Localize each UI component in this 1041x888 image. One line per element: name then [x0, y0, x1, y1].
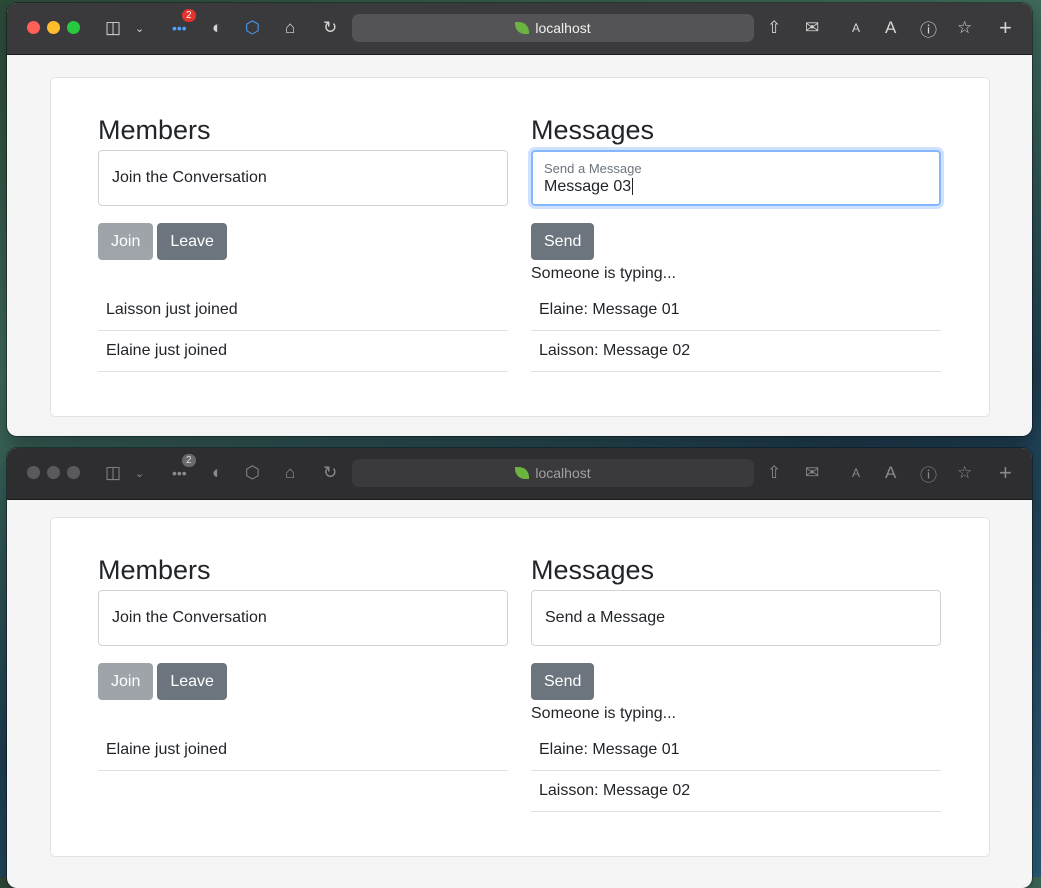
star-icon[interactable]: ☆: [957, 460, 972, 486]
list-item: Elaine just joined: [98, 730, 508, 771]
leave-button[interactable]: Leave: [157, 663, 227, 700]
browser-window-1: ◫ ⌄ ••• 2 ◐ ⬡ ⌂ ↻ localhost ⇧ ✉ A A ⓘ ☆ +…: [7, 3, 1032, 436]
messages-heading: Messages: [531, 115, 655, 145]
messages-column: Messages Send a Message Message 03 Send …: [531, 110, 941, 372]
members-heading: Members: [98, 115, 211, 145]
send-button[interactable]: Send: [531, 223, 595, 260]
zoom-window-button[interactable]: [67, 21, 80, 34]
message-input[interactable]: Send a Message: [531, 590, 941, 646]
name-input[interactable]: Join the Conversation: [98, 590, 508, 646]
info-icon[interactable]: ⓘ: [920, 15, 937, 41]
browser-window-2: ◫ ⌄ ••• 2 ◐ ⬡ ⌂ ↻ localhost ⇧ ✉ A A ⓘ ☆ +…: [7, 448, 1032, 888]
close-window-button[interactable]: [27, 466, 40, 479]
name-input[interactable]: Join the Conversation: [98, 150, 508, 206]
messages-heading: Messages: [531, 555, 655, 585]
typing-indicator: Someone is typing...: [531, 265, 676, 282]
close-window-button[interactable]: [27, 21, 40, 34]
reload-icon[interactable]: ↻: [323, 15, 337, 41]
info-icon[interactable]: ⓘ: [920, 460, 937, 486]
name-input-placeholder: Join the Conversation: [112, 609, 267, 626]
chat-card: Members Join the Conversation Join Leave…: [50, 517, 990, 857]
sidebar-icon[interactable]: ◫: [105, 15, 121, 41]
privacy-icon[interactable]: ⬡: [245, 460, 260, 486]
address-bar[interactable]: localhost: [352, 14, 754, 42]
list-item: Elaine: Message 01: [531, 290, 941, 331]
text-larger-button[interactable]: A: [885, 460, 896, 486]
chevron-down-icon[interactable]: ⌄: [135, 460, 144, 486]
mail-icon[interactable]: ✉: [805, 15, 819, 41]
share-icon[interactable]: ⇧: [767, 15, 781, 41]
send-button[interactable]: Send: [531, 663, 595, 700]
list-item: Laisson: Message 02: [531, 331, 941, 372]
reload-icon[interactable]: ↻: [323, 460, 337, 486]
address-text: localhost: [535, 20, 591, 36]
new-tab-icon[interactable]: +: [999, 15, 1012, 41]
name-input-placeholder: Join the Conversation: [112, 169, 267, 186]
list-item: Laisson: Message 02: [531, 771, 941, 812]
browser-toolbar: ◫ ⌄ ••• 2 ◐ ⬡ ⌂ ↻ localhost ⇧ ✉ A A ⓘ ☆ +: [7, 3, 1032, 55]
notification-badge: 2: [182, 454, 196, 467]
message-input[interactable]: Send a Message Message 03: [531, 150, 941, 206]
chat-card: Members Join the Conversation Join Leave…: [50, 77, 990, 417]
sidebar-icon[interactable]: ◫: [105, 460, 121, 486]
members-heading: Members: [98, 555, 211, 585]
share-icon[interactable]: ⇧: [767, 460, 781, 486]
join-button[interactable]: Join: [98, 663, 154, 700]
messages-list: Elaine: Message 01 Laisson: Message 02: [531, 730, 941, 812]
message-input-placeholder: Send a Message: [545, 609, 666, 626]
members-column: Members Join the Conversation Join Leave…: [98, 550, 508, 771]
members-column: Members Join the Conversation Join Leave…: [98, 110, 508, 372]
minimize-window-button[interactable]: [47, 466, 60, 479]
extensions-icon[interactable]: ••• 2: [172, 454, 196, 486]
star-icon[interactable]: ☆: [957, 15, 972, 41]
message-input-label: Send a Message: [544, 160, 642, 176]
extensions-icon[interactable]: ••• 2: [172, 9, 196, 41]
shield-icon[interactable]: ◐: [212, 15, 222, 41]
spring-leaf-icon: [515, 467, 530, 479]
mail-icon[interactable]: ✉: [805, 460, 819, 486]
join-button[interactable]: Join: [98, 223, 154, 260]
typing-indicator: Someone is typing...: [531, 705, 676, 722]
list-item: Laisson just joined: [98, 290, 508, 331]
notification-badge: 2: [182, 9, 196, 22]
message-input-value: Message 03: [544, 177, 632, 195]
chevron-down-icon[interactable]: ⌄: [135, 15, 144, 41]
members-list: Laisson just joined Elaine just joined: [98, 290, 508, 372]
shield-icon[interactable]: ◐: [212, 460, 222, 486]
address-bar[interactable]: localhost: [352, 459, 754, 487]
messages-column: Messages Send a Message Send Someone is …: [531, 550, 941, 812]
text-caret: [632, 177, 634, 195]
members-list: Elaine just joined: [98, 730, 508, 771]
new-tab-icon[interactable]: +: [999, 460, 1012, 486]
text-smaller-button[interactable]: A: [852, 15, 860, 41]
home-icon[interactable]: ⌂: [285, 460, 295, 486]
minimize-window-button[interactable]: [47, 21, 60, 34]
address-text: localhost: [535, 465, 591, 481]
spring-leaf-icon: [515, 22, 530, 34]
browser-toolbar: ◫ ⌄ ••• 2 ◐ ⬡ ⌂ ↻ localhost ⇧ ✉ A A ⓘ ☆ +: [7, 448, 1032, 500]
list-item: Elaine just joined: [98, 331, 508, 372]
text-smaller-button[interactable]: A: [852, 460, 860, 486]
privacy-icon[interactable]: ⬡: [245, 15, 260, 41]
home-icon[interactable]: ⌂: [285, 15, 295, 41]
list-item: Elaine: Message 01: [531, 730, 941, 771]
leave-button[interactable]: Leave: [157, 223, 227, 260]
zoom-window-button[interactable]: [67, 466, 80, 479]
messages-list: Elaine: Message 01 Laisson: Message 02: [531, 290, 941, 372]
text-larger-button[interactable]: A: [885, 15, 896, 41]
